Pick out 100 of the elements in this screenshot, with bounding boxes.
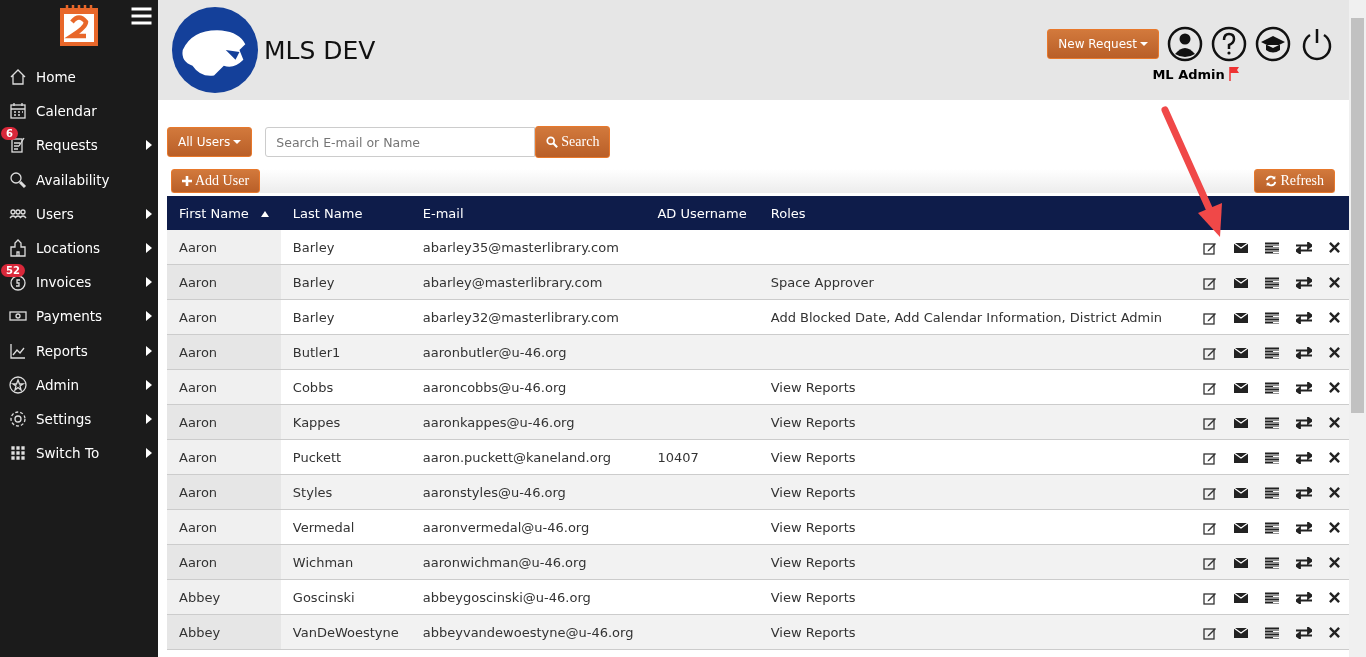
- table-cell: aaronbutler@u-46.org: [410, 334, 646, 370]
- swap-icon[interactable]: [1296, 521, 1313, 534]
- list-icon[interactable]: [1265, 626, 1280, 639]
- site-title: MLS DEV: [264, 35, 377, 65]
- envelope-icon[interactable]: [1234, 451, 1249, 464]
- close-icon[interactable]: [1329, 522, 1341, 534]
- list-icon[interactable]: [1265, 311, 1280, 324]
- close-icon[interactable]: [1329, 382, 1341, 394]
- edit-icon[interactable]: [1203, 240, 1218, 255]
- envelope-icon[interactable]: [1234, 556, 1249, 569]
- list-icon[interactable]: [1265, 381, 1280, 394]
- edit-icon[interactable]: [1203, 415, 1218, 430]
- envelope-icon[interactable]: [1234, 311, 1249, 324]
- nav-link[interactable]: Calendar: [36, 103, 152, 120]
- list-icon[interactable]: [1265, 521, 1280, 534]
- nav-link[interactable]: Requests: [36, 137, 146, 154]
- list-icon[interactable]: [1265, 556, 1280, 569]
- new-request-button[interactable]: New Request: [1047, 29, 1159, 59]
- close-icon[interactable]: [1329, 452, 1341, 464]
- column-header[interactable]: Roles: [770, 205, 806, 221]
- close-icon[interactable]: [1329, 592, 1341, 604]
- table-cell: View Reports: [758, 369, 1175, 405]
- add-user-button[interactable]: Add User: [171, 169, 261, 193]
- close-icon[interactable]: [1329, 627, 1341, 639]
- nav-link[interactable]: Home: [36, 69, 152, 86]
- edit-icon[interactable]: [1203, 345, 1218, 360]
- edit-icon[interactable]: [1203, 520, 1218, 535]
- list-icon[interactable]: [1265, 346, 1280, 359]
- scrollbar[interactable]: [1349, 0, 1366, 657]
- close-icon[interactable]: [1329, 557, 1341, 569]
- close-icon[interactable]: [1329, 347, 1341, 359]
- list-icon[interactable]: [1265, 416, 1280, 429]
- nav-link[interactable]: Invoices: [36, 274, 146, 291]
- table-cell: abbeygoscinski@u-46.org: [410, 579, 646, 615]
- close-icon[interactable]: [1329, 417, 1341, 429]
- envelope-icon[interactable]: [1234, 416, 1249, 429]
- envelope-icon[interactable]: [1234, 276, 1249, 289]
- swap-icon[interactable]: [1296, 346, 1313, 359]
- column-header[interactable]: E-mail: [422, 205, 464, 221]
- user-filter-dropdown[interactable]: All Users: [167, 127, 253, 157]
- close-icon[interactable]: [1329, 277, 1341, 289]
- table-cell: Goscinski: [280, 579, 411, 615]
- list-icon[interactable]: [1265, 276, 1280, 289]
- nav-link[interactable]: Admin: [36, 376, 146, 393]
- help-icon[interactable]: [1211, 26, 1247, 62]
- edit-icon[interactable]: [1203, 380, 1218, 395]
- table-cell: Aaron: [167, 509, 281, 545]
- nav-link[interactable]: Switch To: [36, 445, 146, 462]
- swap-icon[interactable]: [1296, 591, 1313, 604]
- envelope-icon[interactable]: [1234, 241, 1249, 254]
- envelope-icon[interactable]: [1234, 346, 1249, 359]
- swap-icon[interactable]: [1296, 311, 1313, 324]
- swap-icon[interactable]: [1296, 241, 1313, 254]
- envelope-icon[interactable]: [1234, 626, 1249, 639]
- edit-icon[interactable]: [1203, 625, 1218, 640]
- swap-icon[interactable]: [1296, 381, 1313, 394]
- list-icon[interactable]: [1265, 241, 1280, 254]
- list-icon[interactable]: [1265, 591, 1280, 604]
- list-icon[interactable]: [1265, 486, 1280, 499]
- nav-link[interactable]: Locations: [36, 240, 146, 257]
- nav-link[interactable]: Users: [36, 205, 146, 222]
- close-icon[interactable]: [1329, 487, 1341, 499]
- flag-icon: [1227, 66, 1240, 82]
- nav-link[interactable]: Reports: [36, 342, 146, 359]
- user-icon[interactable]: [1167, 26, 1203, 62]
- table-cell: Abbey: [167, 614, 281, 650]
- envelope-icon[interactable]: [1234, 591, 1249, 604]
- swap-icon[interactable]: [1296, 626, 1313, 639]
- envelope-icon[interactable]: [1234, 381, 1249, 394]
- table-cell: abarley32@masterlibrary.com: [410, 299, 646, 335]
- nav-link[interactable]: Availability: [36, 171, 152, 188]
- swap-icon[interactable]: [1296, 556, 1313, 569]
- edit-icon[interactable]: [1203, 485, 1218, 500]
- swap-icon[interactable]: [1296, 416, 1313, 429]
- swap-icon[interactable]: [1296, 451, 1313, 464]
- edit-icon[interactable]: [1203, 555, 1218, 570]
- table-cell: aaron.puckett@kaneland.org: [410, 439, 646, 475]
- menu-icon[interactable]: [131, 7, 152, 25]
- nav-link[interactable]: Settings: [36, 410, 146, 427]
- list-icon[interactable]: [1265, 451, 1280, 464]
- table-cell: Aaron: [167, 264, 281, 300]
- table-cell: Aaron: [167, 474, 281, 510]
- swap-icon[interactable]: [1296, 276, 1313, 289]
- count-badge: 52: [1, 264, 25, 278]
- edit-icon[interactable]: [1203, 310, 1218, 325]
- home-icon: [8, 67, 28, 88]
- edit-icon[interactable]: [1203, 450, 1218, 465]
- close-icon[interactable]: [1329, 242, 1341, 254]
- search-button[interactable]: Search: [535, 126, 611, 158]
- edit-icon[interactable]: [1203, 590, 1218, 605]
- graduation-cap-icon[interactable]: [1255, 26, 1291, 62]
- envelope-icon[interactable]: [1234, 486, 1249, 499]
- close-icon[interactable]: [1329, 312, 1341, 324]
- swap-icon[interactable]: [1296, 486, 1313, 499]
- edit-icon[interactable]: [1203, 275, 1218, 290]
- search-field[interactable]: Search E-mail or Name: [265, 127, 536, 157]
- refresh-button[interactable]: Refresh: [1254, 169, 1335, 193]
- nav-link[interactable]: Payments: [36, 308, 146, 325]
- search-icon: [8, 169, 28, 190]
- envelope-icon[interactable]: [1234, 521, 1249, 534]
